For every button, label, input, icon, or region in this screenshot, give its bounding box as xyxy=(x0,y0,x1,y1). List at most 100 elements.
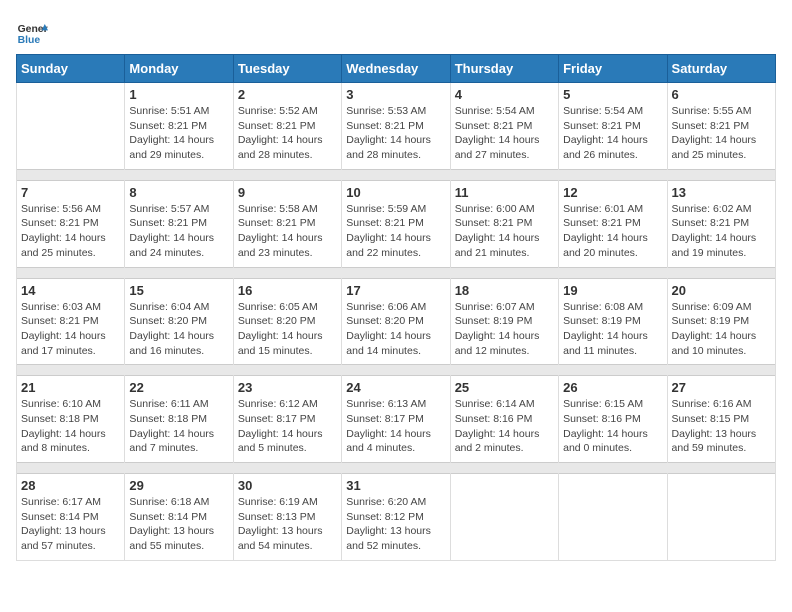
calendar-cell: 17Sunrise: 6:06 AMSunset: 8:20 PMDayligh… xyxy=(342,278,450,365)
day-info: Sunrise: 5:54 AMSunset: 8:21 PMDaylight:… xyxy=(455,104,554,163)
day-number: 31 xyxy=(346,478,445,493)
day-info: Sunrise: 6:05 AMSunset: 8:20 PMDaylight:… xyxy=(238,300,337,359)
calendar-cell: 10 Sunrise: 5:59 AMSunset: 8:21 PMDayligh… xyxy=(342,180,450,267)
day-info: Sunrise: 6:19 AMSunset: 8:13 PMDaylight:… xyxy=(238,495,337,554)
day-info: Sunrise: 5:54 AMSunset: 8:21 PMDaylight:… xyxy=(563,104,662,163)
day-info: Sunrise: 6:02 AMSunset: 8:21 PMDaylight:… xyxy=(672,202,771,261)
day-number: 30 xyxy=(238,478,337,493)
day-info: Sunrise: 5:53 AMSunset: 8:21 PMDaylight:… xyxy=(346,104,445,163)
day-number: 6 xyxy=(672,87,771,102)
calendar-cell: 26 Sunrise: 6:15 AMSunset: 8:16 PMDayligh… xyxy=(559,376,667,463)
day-info: Sunrise: 6:15 AMSunset: 8:16 PMDaylight:… xyxy=(563,397,662,456)
calendar-week-row: 21Sunrise: 6:10 AMSunset: 8:18 PMDayligh… xyxy=(17,376,776,463)
calendar-cell: 16 Sunrise: 6:05 AMSunset: 8:20 PMDayligh… xyxy=(233,278,341,365)
calendar-cell: 22 Sunrise: 6:11 AMSunset: 8:18 PMDayligh… xyxy=(125,376,233,463)
calendar-cell: 3 Sunrise: 5:53 AMSunset: 8:21 PMDaylight… xyxy=(342,83,450,170)
calendar-table: SundayMondayTuesdayWednesdayThursdayFrid… xyxy=(16,54,776,561)
day-info: Sunrise: 6:12 AMSunset: 8:17 PMDaylight:… xyxy=(238,397,337,456)
day-number: 18 xyxy=(455,283,554,298)
day-info: Sunrise: 6:14 AMSunset: 8:16 PMDaylight:… xyxy=(455,397,554,456)
calendar-cell: 19 Sunrise: 6:08 AMSunset: 8:19 PMDayligh… xyxy=(559,278,667,365)
day-number: 27 xyxy=(672,380,771,395)
calendar-cell xyxy=(17,83,125,170)
day-info: Sunrise: 5:59 AMSunset: 8:21 PMDaylight:… xyxy=(346,202,445,261)
row-separator xyxy=(17,169,776,180)
svg-text:Blue: Blue xyxy=(18,35,41,46)
calendar-cell: 21Sunrise: 6:10 AMSunset: 8:18 PMDayligh… xyxy=(17,376,125,463)
calendar-header-row: SundayMondayTuesdayWednesdayThursdayFrid… xyxy=(17,55,776,83)
calendar-cell: 11 Sunrise: 6:00 AMSunset: 8:21 PMDayligh… xyxy=(450,180,558,267)
weekday-header-saturday: Saturday xyxy=(667,55,775,83)
day-info: Sunrise: 6:16 AMSunset: 8:15 PMDaylight:… xyxy=(672,397,771,456)
day-number: 11 xyxy=(455,185,554,200)
day-info: Sunrise: 5:58 AMSunset: 8:21 PMDaylight:… xyxy=(238,202,337,261)
calendar-cell: 31 Sunrise: 6:20 AMSunset: 8:12 PMDayligh… xyxy=(342,474,450,561)
calendar-cell: 24Sunrise: 6:13 AMSunset: 8:17 PMDayligh… xyxy=(342,376,450,463)
calendar-cell: 1Sunrise: 5:51 AMSunset: 8:21 PMDaylight… xyxy=(125,83,233,170)
day-info: Sunrise: 6:11 AMSunset: 8:18 PMDaylight:… xyxy=(129,397,228,456)
day-number: 9 xyxy=(238,185,337,200)
day-info: Sunrise: 6:04 AMSunset: 8:20 PMDaylight:… xyxy=(129,300,228,359)
day-info: Sunrise: 5:57 AMSunset: 8:21 PMDaylight:… xyxy=(129,202,228,261)
logo: General Blue xyxy=(16,16,52,48)
day-info: Sunrise: 6:01 AMSunset: 8:21 PMDaylight:… xyxy=(563,202,662,261)
day-info: Sunrise: 6:09 AMSunset: 8:19 PMDaylight:… xyxy=(672,300,771,359)
calendar-cell: 18Sunrise: 6:07 AMSunset: 8:19 PMDayligh… xyxy=(450,278,558,365)
day-number: 19 xyxy=(563,283,662,298)
day-number: 20 xyxy=(672,283,771,298)
weekday-header-thursday: Thursday xyxy=(450,55,558,83)
page-header: General Blue xyxy=(16,16,776,48)
calendar-cell: 20 Sunrise: 6:09 AMSunset: 8:19 PMDayligh… xyxy=(667,278,775,365)
day-number: 28 xyxy=(21,478,120,493)
calendar-cell: 14Sunrise: 6:03 AMSunset: 8:21 PMDayligh… xyxy=(17,278,125,365)
calendar-cell: 15 Sunrise: 6:04 AMSunset: 8:20 PMDayligh… xyxy=(125,278,233,365)
day-info: Sunrise: 6:00 AMSunset: 8:21 PMDaylight:… xyxy=(455,202,554,261)
day-info: Sunrise: 5:56 AMSunset: 8:21 PMDaylight:… xyxy=(21,202,120,261)
calendar-cell: 25 Sunrise: 6:14 AMSunset: 8:16 PMDayligh… xyxy=(450,376,558,463)
day-info: Sunrise: 5:52 AMSunset: 8:21 PMDaylight:… xyxy=(238,104,337,163)
row-separator xyxy=(17,463,776,474)
day-number: 1 xyxy=(129,87,228,102)
logo-icon: General Blue xyxy=(16,16,48,48)
day-number: 10 xyxy=(346,185,445,200)
weekday-header-tuesday: Tuesday xyxy=(233,55,341,83)
calendar-week-row: 28 Sunrise: 6:17 AMSunset: 8:14 PMDayligh… xyxy=(17,474,776,561)
calendar-cell xyxy=(450,474,558,561)
weekday-header-wednesday: Wednesday xyxy=(342,55,450,83)
weekday-header-sunday: Sunday xyxy=(17,55,125,83)
calendar-cell: 13 Sunrise: 6:02 AMSunset: 8:21 PMDayligh… xyxy=(667,180,775,267)
day-number: 3 xyxy=(346,87,445,102)
calendar-cell: 9 Sunrise: 5:58 AMSunset: 8:21 PMDaylight… xyxy=(233,180,341,267)
calendar-week-row: 14Sunrise: 6:03 AMSunset: 8:21 PMDayligh… xyxy=(17,278,776,365)
calendar-cell: 23 Sunrise: 6:12 AMSunset: 8:17 PMDayligh… xyxy=(233,376,341,463)
day-number: 23 xyxy=(238,380,337,395)
row-separator xyxy=(17,267,776,278)
calendar-cell: 7Sunrise: 5:56 AMSunset: 8:21 PMDaylight… xyxy=(17,180,125,267)
day-info: Sunrise: 5:55 AMSunset: 8:21 PMDaylight:… xyxy=(672,104,771,163)
weekday-header-friday: Friday xyxy=(559,55,667,83)
day-number: 26 xyxy=(563,380,662,395)
calendar-cell xyxy=(667,474,775,561)
day-number: 4 xyxy=(455,87,554,102)
day-number: 13 xyxy=(672,185,771,200)
day-number: 15 xyxy=(129,283,228,298)
day-number: 8 xyxy=(129,185,228,200)
calendar-cell: 29Sunrise: 6:18 AMSunset: 8:14 PMDayligh… xyxy=(125,474,233,561)
day-info: Sunrise: 6:08 AMSunset: 8:19 PMDaylight:… xyxy=(563,300,662,359)
calendar-cell: 4 Sunrise: 5:54 AMSunset: 8:21 PMDaylight… xyxy=(450,83,558,170)
day-number: 22 xyxy=(129,380,228,395)
row-separator xyxy=(17,365,776,376)
calendar-week-row: 1Sunrise: 5:51 AMSunset: 8:21 PMDaylight… xyxy=(17,83,776,170)
day-number: 17 xyxy=(346,283,445,298)
weekday-header-monday: Monday xyxy=(125,55,233,83)
day-info: Sunrise: 6:17 AMSunset: 8:14 PMDaylight:… xyxy=(21,495,120,554)
calendar-cell: 30 Sunrise: 6:19 AMSunset: 8:13 PMDayligh… xyxy=(233,474,341,561)
day-info: Sunrise: 6:20 AMSunset: 8:12 PMDaylight:… xyxy=(346,495,445,554)
calendar-cell: 28 Sunrise: 6:17 AMSunset: 8:14 PMDayligh… xyxy=(17,474,125,561)
calendar-cell: 5Sunrise: 5:54 AMSunset: 8:21 PMDaylight… xyxy=(559,83,667,170)
day-number: 16 xyxy=(238,283,337,298)
day-number: 25 xyxy=(455,380,554,395)
day-number: 21 xyxy=(21,380,120,395)
calendar-cell: 12Sunrise: 6:01 AMSunset: 8:21 PMDayligh… xyxy=(559,180,667,267)
day-info: Sunrise: 6:03 AMSunset: 8:21 PMDaylight:… xyxy=(21,300,120,359)
